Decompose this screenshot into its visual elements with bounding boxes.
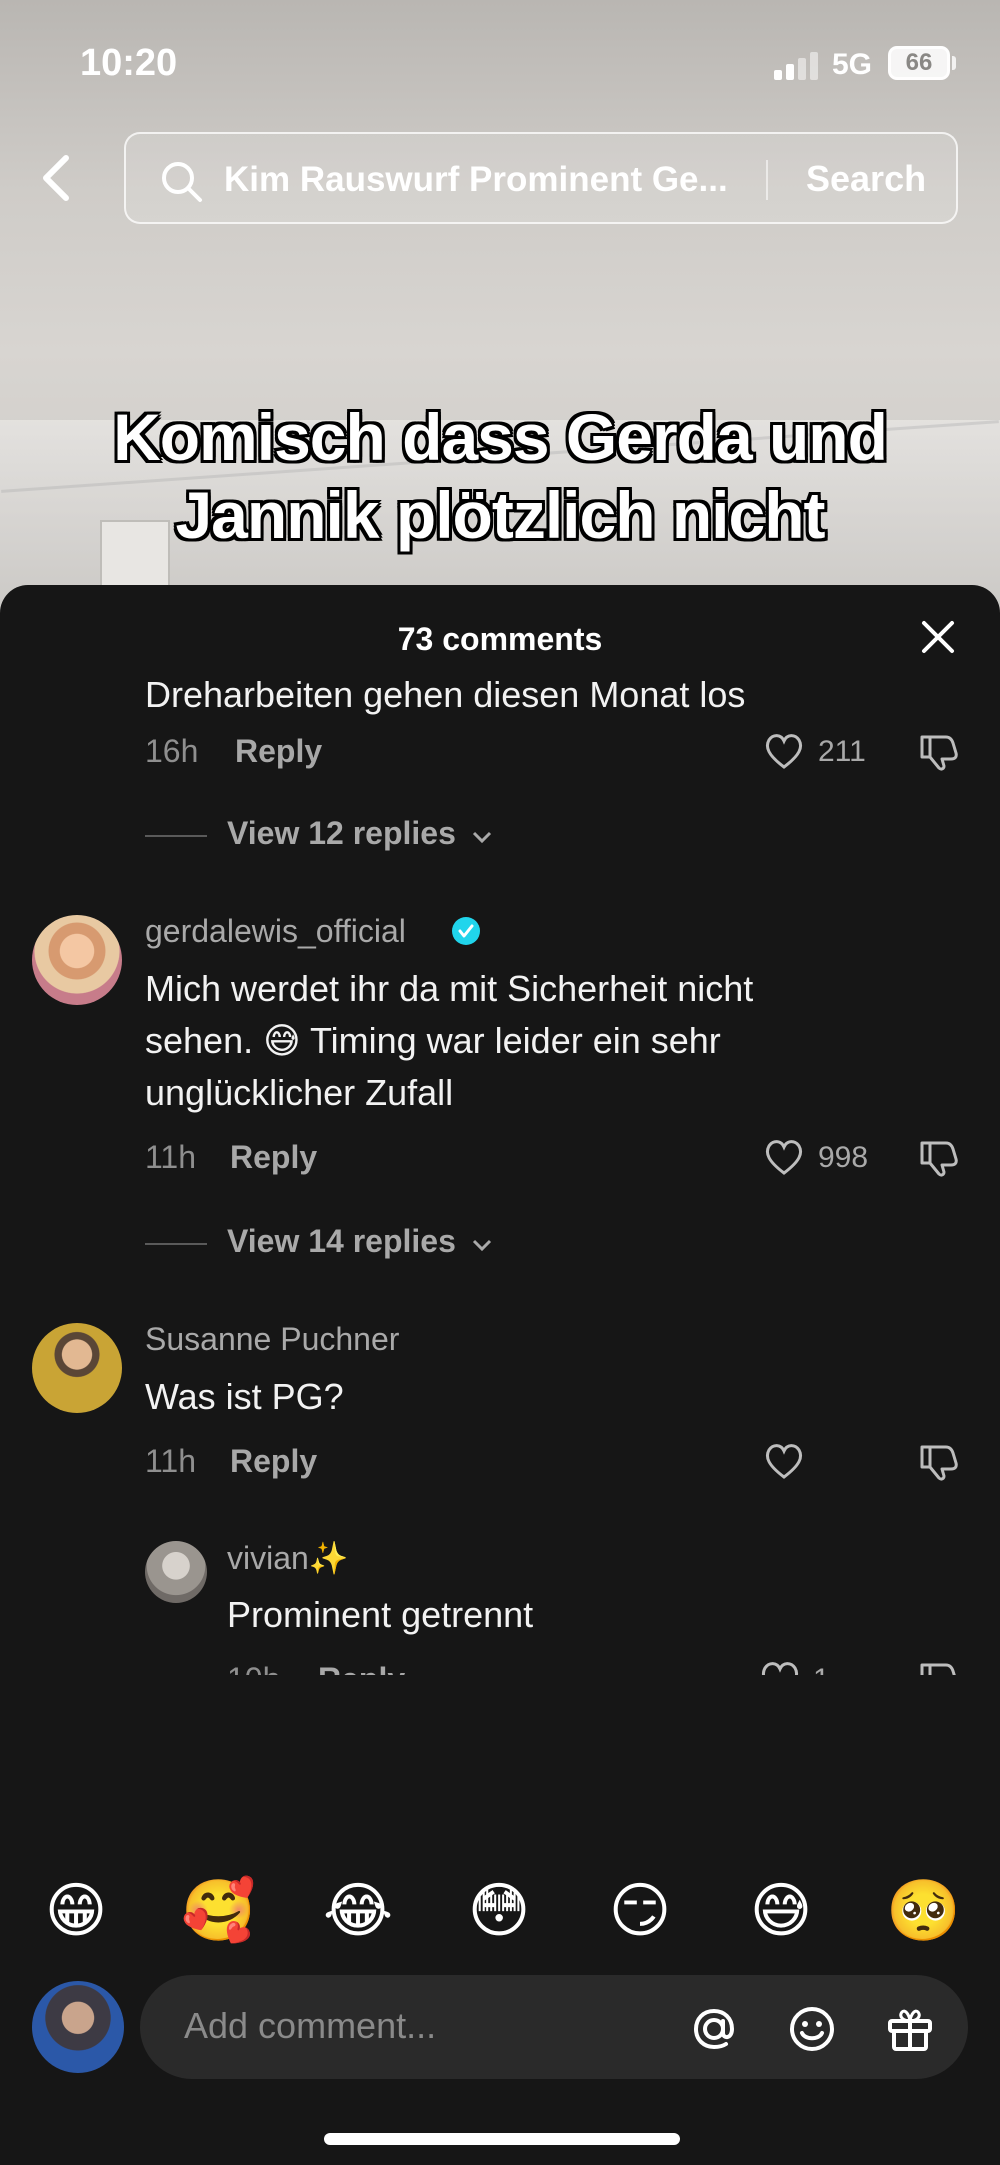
reply-button[interactable]: Reply [230, 1139, 317, 1176]
comments-count-title: 73 comments [397, 621, 603, 657]
dislike-icon[interactable] [916, 731, 960, 771]
battery-icon: 66 [888, 46, 950, 80]
emoji-picker-icon[interactable] [786, 2003, 838, 2055]
view-replies-button[interactable]: View 14 replies [145, 1223, 493, 1260]
verified-badge-icon [452, 917, 480, 945]
view-replies-line [145, 835, 207, 837]
view-replies-label: View 14 replies [227, 1223, 456, 1259]
reply-button[interactable]: Reply [235, 733, 322, 770]
home-indicator [324, 2133, 680, 2145]
caption-line-2: Jannik plötzlich nicht [175, 478, 825, 552]
heart-icon [765, 1140, 803, 1175]
heart-icon[interactable] [762, 1441, 806, 1481]
chevron-left-icon [43, 155, 69, 201]
emoji-button[interactable]: 😳 [463, 1875, 535, 1947]
emoji-button[interactable]: 😏 [604, 1875, 676, 1947]
comment-input[interactable]: Add comment... [140, 1975, 968, 2079]
avatar[interactable] [145, 1541, 207, 1603]
network-type: 5G [832, 48, 873, 81]
comment-text-line: Mich werdet ihr da mit Sicherheit nicht [145, 968, 754, 1009]
comment-time: 16h [145, 733, 199, 769]
view-replies-button[interactable]: View 12 replies [145, 815, 493, 852]
avatar[interactable] [32, 915, 122, 1005]
comment-text: Prominent getrennt [227, 1594, 534, 1635]
close-button[interactable] [916, 615, 960, 659]
search-query[interactable]: Kim Rauswurf Prominent Ge... [224, 160, 728, 200]
reply-button[interactable]: Reply [318, 1661, 405, 1675]
comment-time: 11h [145, 1443, 197, 1479]
comment-username[interactable]: gerdalewis_official [145, 913, 406, 950]
heart-icon [761, 1662, 799, 1675]
view-replies-label: View 12 replies [227, 815, 456, 851]
user-avatar[interactable] [32, 1981, 124, 2073]
comment-input-placeholder: Add comment... [184, 2005, 437, 2046]
comments-sheet: 73 comments ​ Dreharbeiten gehen diesen … [0, 585, 1000, 2165]
comment-text: Was ist PG? [145, 1376, 344, 1417]
dislike-icon[interactable] [916, 1137, 960, 1177]
comment-time: 11h [145, 1139, 197, 1175]
emoji-button[interactable]: 😅 [745, 1875, 817, 1947]
comment-text-line: unglücklicher Zufall [145, 1072, 454, 1113]
emoji-button[interactable]: 😂 [322, 1875, 394, 1947]
view-replies-line [145, 1243, 207, 1245]
battery-tip [952, 56, 956, 70]
emoji-button[interactable]: 🥰 [181, 1875, 256, 1947]
like-count: 998 [818, 1141, 869, 1174]
comment-text: Dreharbeiten gehen diesen Monat los [145, 675, 746, 715]
search-button[interactable]: Search [806, 158, 926, 200]
comment-time: 10h [227, 1661, 280, 1675]
emoji-button[interactable]: 🥺 [886, 1875, 961, 1947]
reply-button[interactable]: Reply [230, 1443, 317, 1480]
heart-icon [765, 734, 803, 769]
caption-line-1: Komisch dass Gerda und [113, 400, 888, 474]
search-bar[interactable]: Kim Rauswurf Prominent Ge... Search [124, 132, 958, 224]
search-icon [162, 162, 202, 202]
close-icon [922, 621, 954, 653]
dislike-icon[interactable] [916, 1659, 960, 1675]
comment-text-line: sehen. 😅 Timing war leider ein sehr [145, 1020, 721, 1061]
signal-icon [774, 52, 818, 80]
like-count: 211 [818, 735, 866, 768]
back-button[interactable] [30, 148, 84, 208]
comment-input-row: Add comment... [0, 1975, 1000, 2105]
mention-icon[interactable] [688, 2003, 740, 2055]
dislike-icon[interactable] [916, 1441, 960, 1481]
like-count: 1 [813, 1663, 830, 1675]
emoji-quick-bar: 😁 🥰 😂 😳 😏 😅 🥺 [0, 1855, 1000, 1965]
comment-username[interactable]: vivian✨ [227, 1539, 349, 1577]
status-time: 10:20 [80, 42, 178, 84]
search-divider [766, 160, 768, 200]
comments-list: ​ Dreharbeiten gehen diesen Monat los 16… [0, 675, 1000, 1675]
comment-username[interactable]: Susanne Puchner [145, 1321, 399, 1358]
emoji-button[interactable]: 😁 [40, 1875, 112, 1947]
video-caption: Komisch dass Gerda und Jannik plötzlich … [0, 398, 1000, 554]
gift-icon[interactable] [884, 2003, 936, 2055]
status-bar: 10:20 5G 66 [0, 0, 1000, 130]
avatar[interactable] [32, 1323, 122, 1413]
chevron-down-icon [472, 1239, 491, 1252]
chevron-down-icon [472, 831, 491, 844]
